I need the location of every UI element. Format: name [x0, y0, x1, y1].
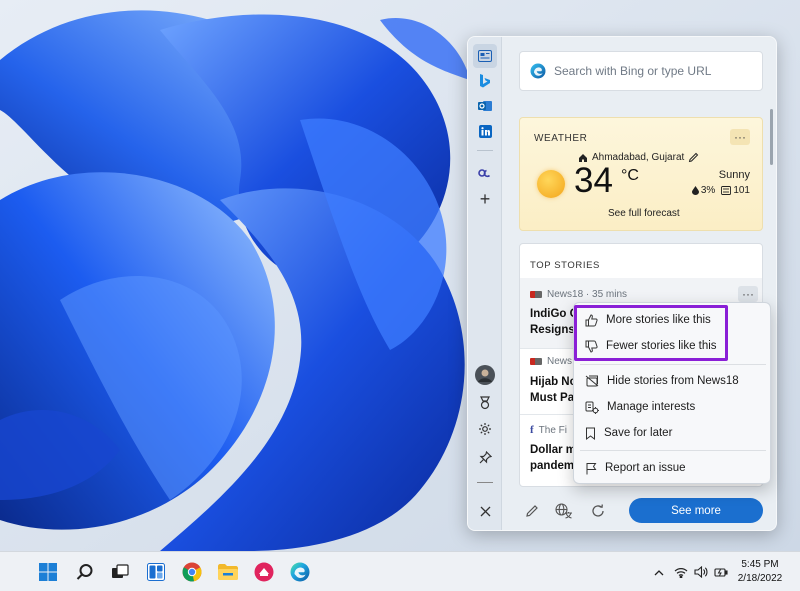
story-source: f The Fi — [530, 424, 567, 436]
hide-icon — [585, 375, 599, 387]
search-input[interactable] — [554, 64, 754, 78]
weather-condition: Sunny — [718, 169, 750, 181]
weather-title: WEATHER — [534, 133, 588, 144]
rewards-icon[interactable] — [473, 391, 497, 415]
manage-interests-icon — [585, 401, 599, 414]
edit-pencil-icon[interactable] — [522, 501, 542, 521]
avatar[interactable] — [473, 363, 497, 387]
pin-icon[interactable] — [473, 445, 497, 469]
story-more-options-button[interactable]: ··· — [738, 286, 758, 302]
news18-logo-icon — [530, 358, 542, 365]
close-icon[interactable] — [473, 499, 497, 523]
chrome-icon[interactable] — [180, 560, 204, 584]
story-title-line[interactable]: IndiGo C — [530, 306, 578, 322]
precipitation-drop-icon — [691, 186, 699, 195]
menu-item-label: More stories like this — [606, 314, 711, 326]
story-source: News — [530, 356, 572, 367]
panel-bottom-bar: See more — [502, 494, 776, 530]
bing-icon[interactable] — [473, 69, 497, 93]
clock-date: 2/18/2022 — [737, 573, 783, 584]
weather-card[interactable]: WEATHER ··· Ahmadabad, Gujarat 34 °C Sun… — [519, 117, 763, 231]
menu-divider — [580, 450, 766, 451]
hide-stories-item[interactable]: Hide stories from News18 — [574, 369, 770, 393]
settings-gear-icon[interactable] — [473, 417, 497, 441]
report-an-issue-item[interactable]: Report an issue — [574, 456, 770, 480]
menu-divider — [580, 364, 766, 365]
see-more-button[interactable]: See more — [629, 498, 763, 523]
wifi-icon[interactable] — [674, 565, 688, 579]
panel-scrollbar[interactable] — [770, 109, 773, 165]
flag-icon — [586, 462, 597, 474]
sidebar-divider — [477, 150, 493, 151]
temperature-unit[interactable]: °C — [621, 167, 639, 185]
story-title-line[interactable]: Resigns, — [530, 322, 578, 338]
taskbar: 5:45 PM 2/18/2022 — [0, 551, 800, 591]
app-icon[interactable] — [252, 560, 276, 584]
bookmark-icon — [586, 427, 595, 440]
aqi-value: 101 — [733, 185, 750, 196]
story-source-label: News — [547, 356, 573, 367]
menu-item-label: Hide stories from News18 — [607, 375, 739, 387]
translate-icon[interactable] — [554, 501, 574, 521]
widgets-icon[interactable] — [144, 560, 168, 584]
story-context-menu: More stories like this Fewer stories lik… — [573, 302, 771, 484]
see-full-forecast-link[interactable]: See full forecast — [608, 208, 680, 219]
sunny-icon — [537, 170, 565, 198]
weather-stats: 3% 101 — [691, 185, 750, 196]
menu-item-label: Manage interests — [607, 401, 696, 413]
edit-pencil-icon[interactable] — [688, 152, 699, 163]
widgets-sidebar: + — [468, 37, 502, 530]
outlook-icon[interactable] — [473, 94, 497, 118]
edge-search-icon — [530, 63, 546, 79]
add-icon[interactable]: + — [473, 187, 497, 211]
save-for-later-item[interactable]: Save for later — [574, 421, 770, 445]
clock-time: 5:45 PM — [741, 559, 779, 570]
more-stories-like-this-item[interactable]: More stories like this — [574, 308, 770, 332]
top-stories-title: TOP STORIES — [530, 260, 600, 271]
menu-item-label: Report an issue — [605, 462, 686, 474]
search-bar[interactable] — [519, 51, 763, 91]
games-icon[interactable] — [473, 161, 497, 185]
temperature-value: 34 — [574, 161, 613, 200]
news18-logo-icon — [530, 291, 542, 298]
manage-interests-item[interactable]: Manage interests — [574, 395, 770, 419]
linkedin-icon[interactable] — [473, 119, 497, 143]
thumbs-down-icon — [585, 340, 598, 353]
chevron-up-icon[interactable] — [652, 565, 666, 579]
weather-more-options-button[interactable]: ··· — [730, 129, 750, 145]
story-title-line[interactable]: Hijab No — [530, 374, 577, 390]
financial-express-logo-icon: f — [530, 424, 534, 436]
air-quality-icon — [721, 186, 732, 195]
refresh-icon[interactable] — [588, 501, 608, 521]
battery-charging-icon[interactable] — [714, 565, 728, 579]
precipitation-value: 3% — [700, 185, 716, 196]
story-title-line[interactable]: pandemi — [530, 458, 577, 474]
task-view-icon[interactable] — [108, 560, 132, 584]
menu-item-label: Save for later — [604, 427, 673, 439]
story-source-label: The Fi — [538, 424, 568, 436]
windows-start-icon[interactable] — [36, 560, 60, 584]
story-title-line[interactable]: Dollar m — [530, 442, 576, 458]
fewer-stories-like-this-item[interactable]: Fewer stories like this — [574, 334, 770, 358]
story-source: News18 · 35 mins — [530, 289, 627, 300]
story-source-label: News18 · 35 mins — [547, 289, 628, 300]
system-clock[interactable]: 5:45 PM 2/18/2022 — [730, 558, 790, 586]
minimize-line — [477, 482, 493, 483]
thumbs-up-icon — [585, 313, 598, 326]
search-icon[interactable] — [73, 560, 97, 584]
menu-item-label: Fewer stories like this — [606, 340, 717, 352]
edge-icon[interactable] — [288, 560, 312, 584]
volume-icon[interactable] — [694, 565, 708, 579]
file-explorer-icon[interactable] — [216, 560, 240, 584]
sidebar-feed-icon[interactable] — [473, 44, 497, 68]
